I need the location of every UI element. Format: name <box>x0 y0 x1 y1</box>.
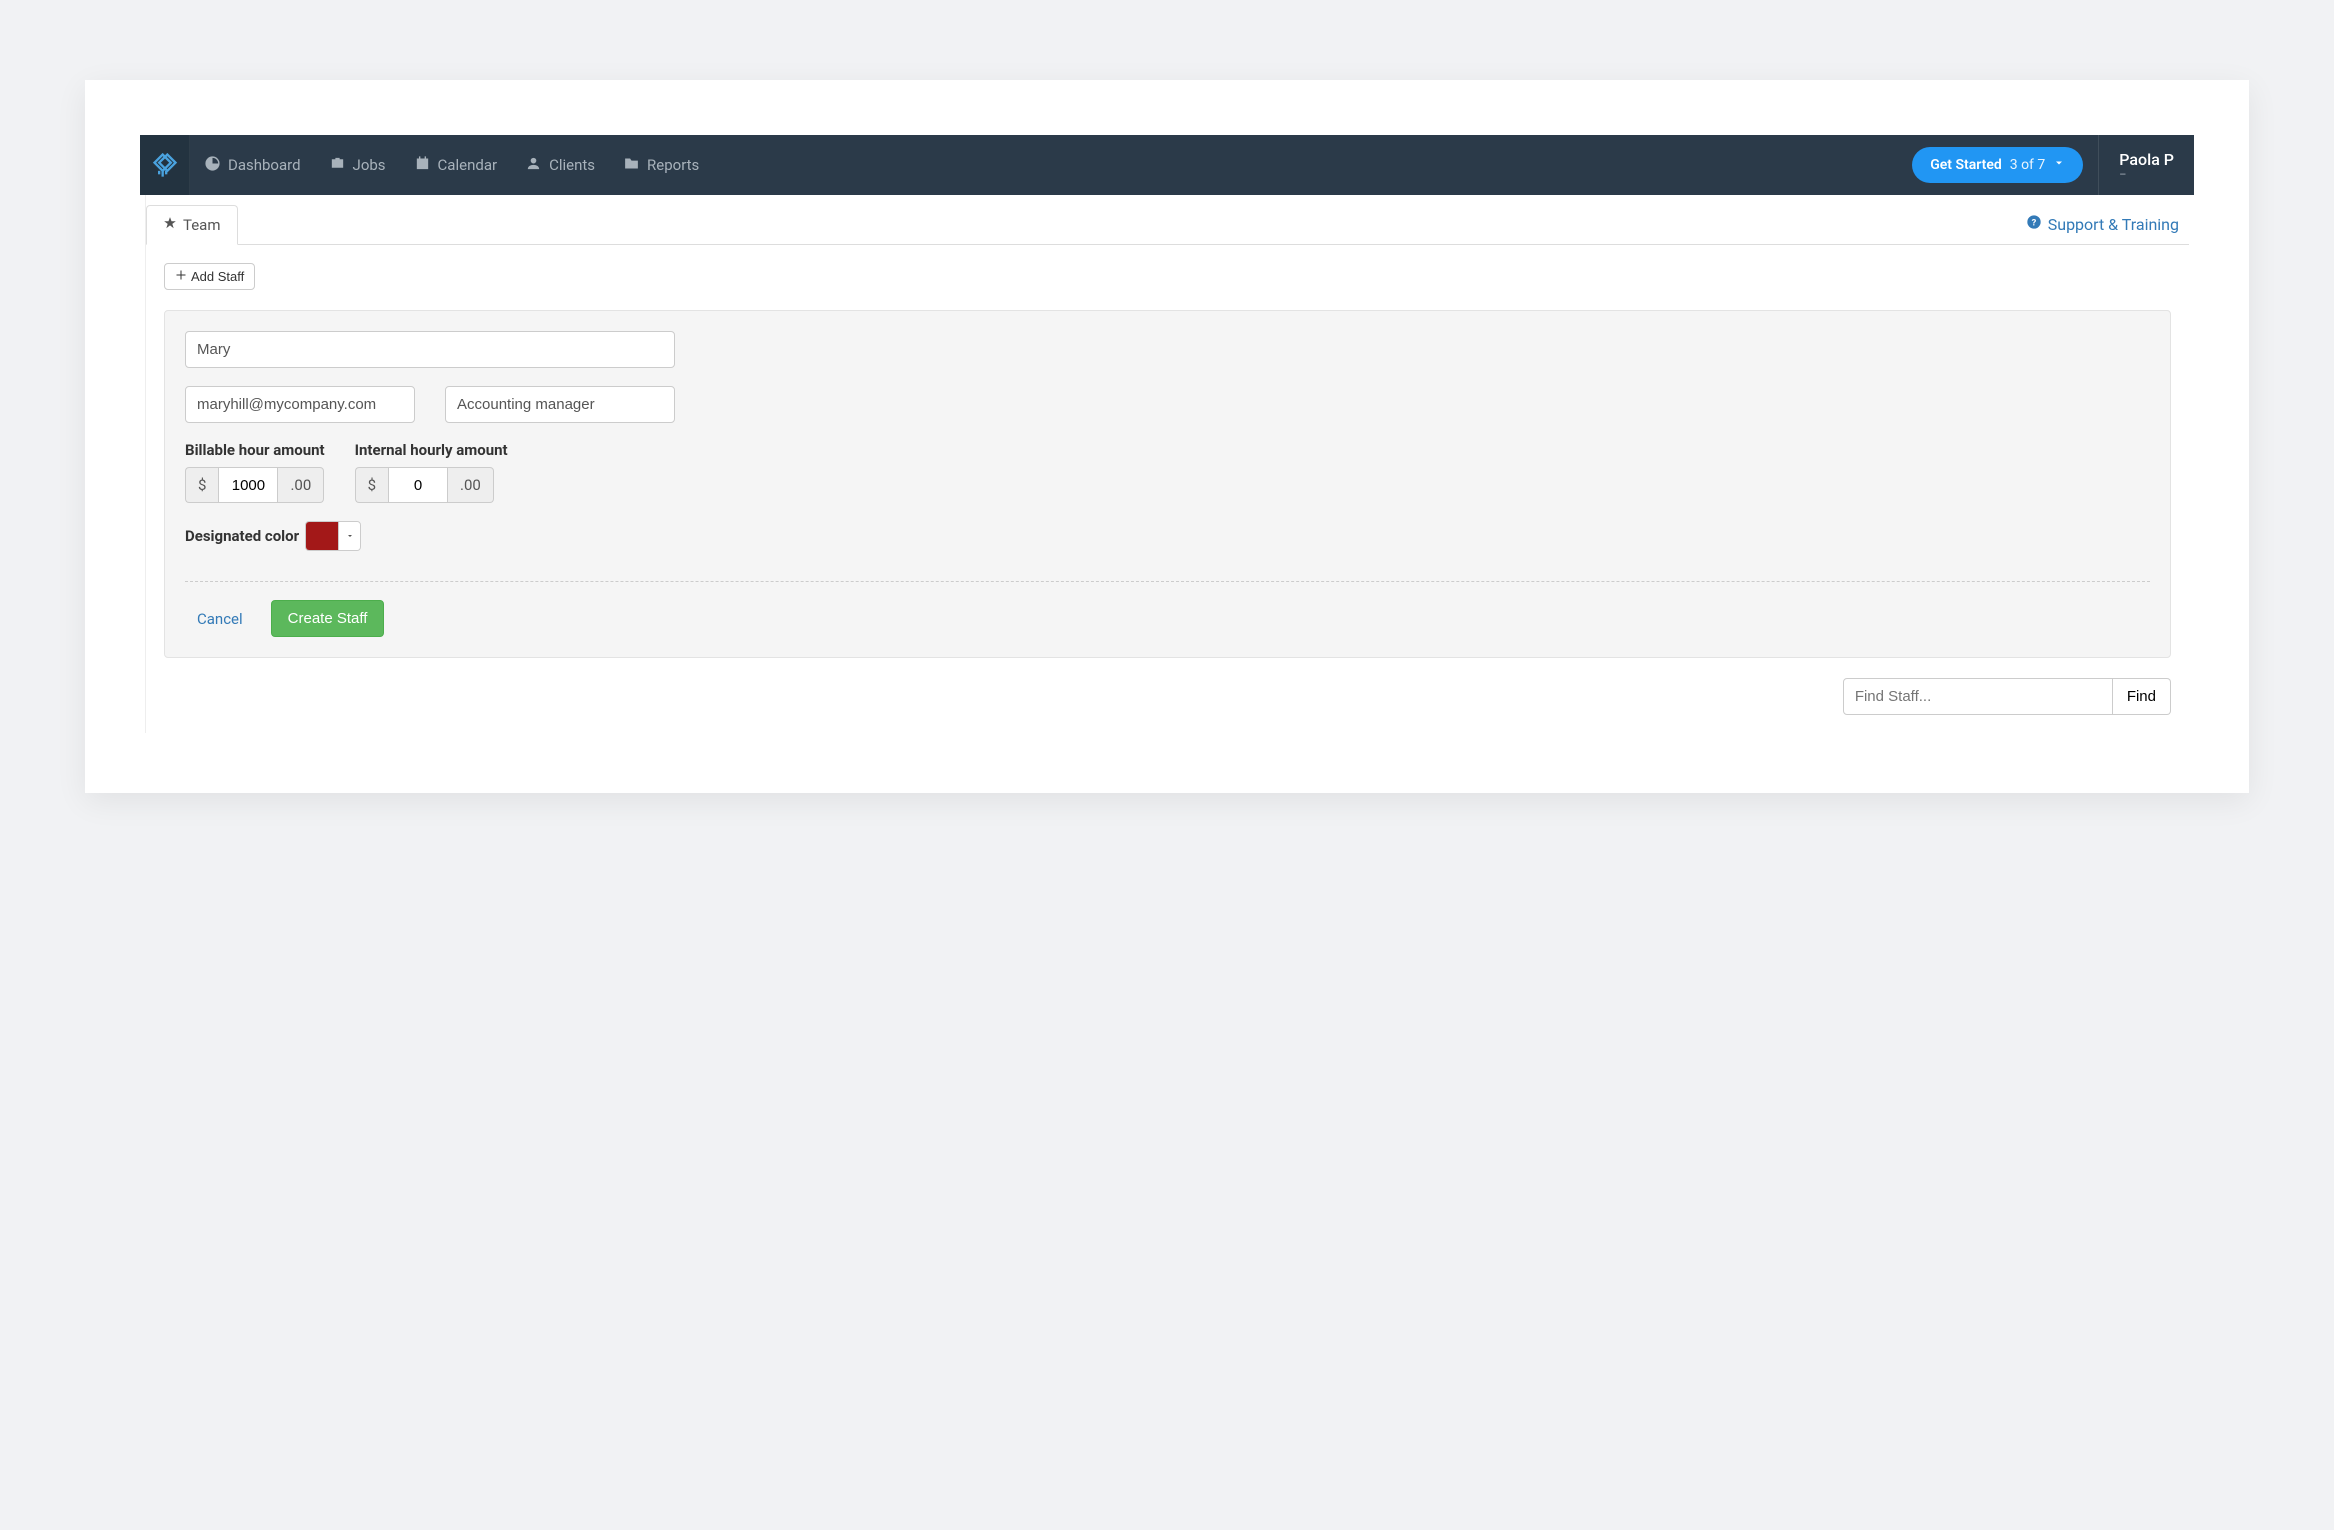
chevron-down-icon <box>2053 157 2065 173</box>
nav-jobs[interactable]: Jobs <box>315 135 400 195</box>
user-menu[interactable]: Paola P – <box>2098 135 2194 195</box>
staff-title-input[interactable] <box>445 386 675 423</box>
app-logo[interactable] <box>140 135 190 195</box>
nav-label: Jobs <box>353 156 386 174</box>
nav-dashboard[interactable]: Dashboard <box>190 135 315 195</box>
nav-label: Dashboard <box>228 156 301 174</box>
nav-calendar[interactable]: Calendar <box>400 135 512 195</box>
internal-label: Internal hourly amount <box>355 441 508 459</box>
get-started-label: Get Started <box>1930 157 2002 173</box>
folder-icon <box>623 155 640 176</box>
star-icon <box>163 216 177 234</box>
staff-name-input[interactable] <box>185 331 675 368</box>
color-picker[interactable] <box>305 521 361 551</box>
help-icon: ? <box>2026 214 2042 234</box>
create-staff-button[interactable]: Create Staff <box>271 600 385 637</box>
currency-prefix: $ <box>355 467 388 503</box>
color-swatch <box>306 522 338 550</box>
billable-amount-input[interactable] <box>218 467 278 503</box>
caret-down-icon <box>338 522 360 550</box>
add-staff-button[interactable]: Add Staff <box>164 263 255 290</box>
nav-label: Clients <box>549 156 595 174</box>
billable-label: Billable hour amount <box>185 441 325 459</box>
user-name: Paola P <box>2119 150 2174 169</box>
svg-text:?: ? <box>2031 217 2036 228</box>
support-label: Support & Training <box>2048 215 2179 234</box>
decimal-suffix: .00 <box>278 467 324 503</box>
currency-prefix: $ <box>185 467 218 503</box>
find-button[interactable]: Find <box>2113 678 2171 715</box>
nav-reports[interactable]: Reports <box>609 135 713 195</box>
add-staff-label: Add Staff <box>191 269 244 284</box>
cancel-button[interactable]: Cancel <box>185 610 255 628</box>
briefcase-icon <box>329 155 346 176</box>
nav-clients[interactable]: Clients <box>511 135 609 195</box>
tabs-row: Team ? Support & Training <box>146 205 2189 245</box>
dashboard-icon <box>204 155 221 176</box>
tab-label: Team <box>183 216 221 234</box>
staff-email-input[interactable] <box>185 386 415 423</box>
calendar-icon <box>414 155 431 176</box>
internal-amount-input[interactable] <box>388 467 448 503</box>
get-started-progress: 3 of 7 <box>2010 157 2046 173</box>
nav-label: Calendar <box>438 156 498 174</box>
support-training-link[interactable]: ? Support & Training <box>2026 214 2179 244</box>
get-started-button[interactable]: Get Started 3 of 7 <box>1912 147 2083 183</box>
user-subtext: – <box>2119 169 2174 180</box>
create-staff-form: Billable hour amount $ .00 In <box>164 310 2171 658</box>
top-navbar: Dashboard Jobs Calendar Clients <box>140 135 2194 195</box>
divider <box>185 581 2150 582</box>
tab-team[interactable]: Team <box>146 205 238 245</box>
color-label: Designated color <box>185 527 299 545</box>
decimal-suffix: .00 <box>448 467 494 503</box>
find-staff-input[interactable] <box>1843 678 2113 715</box>
plus-icon <box>175 269 187 284</box>
nav-label: Reports <box>647 156 699 174</box>
user-icon <box>525 155 542 176</box>
